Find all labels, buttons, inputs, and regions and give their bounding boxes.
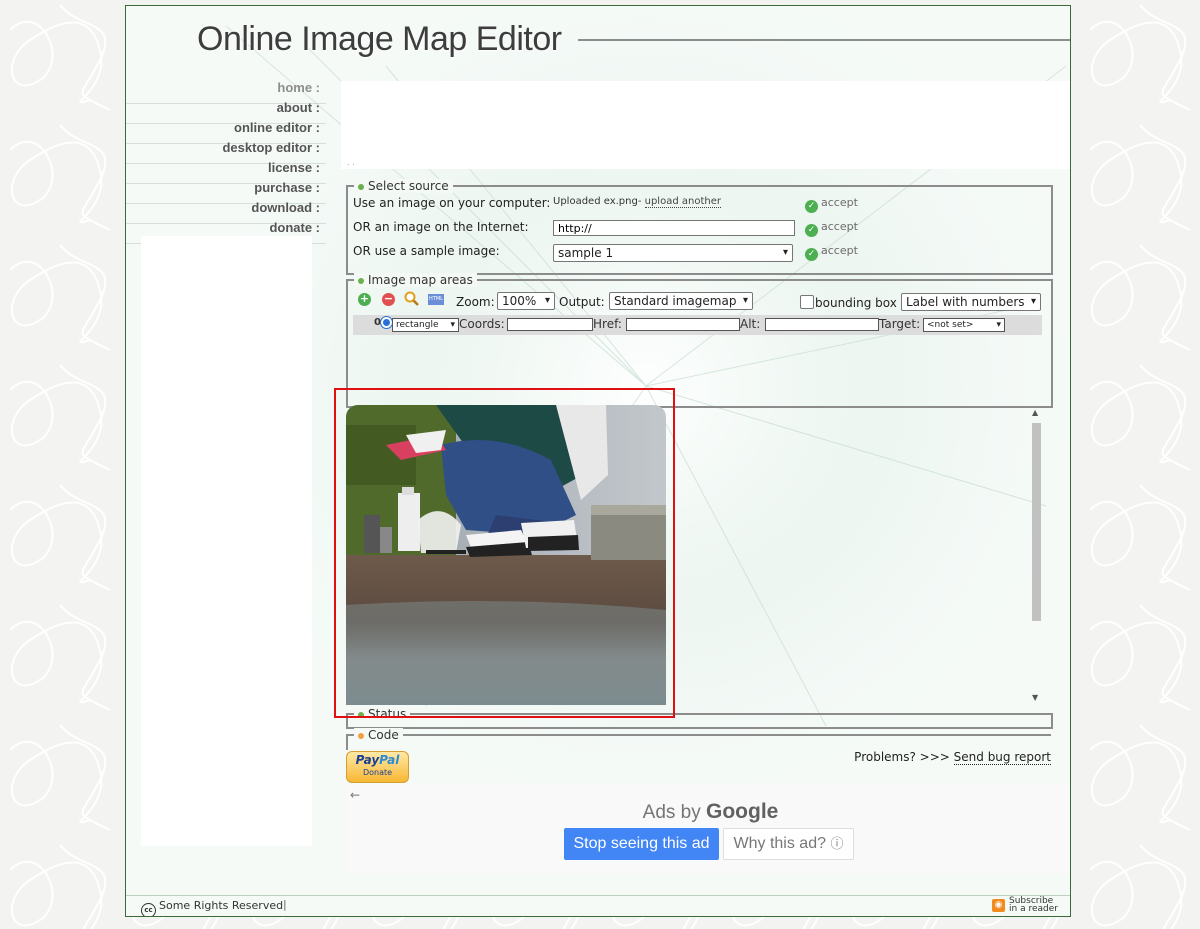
upload-another-link[interactable]: upload another bbox=[644, 196, 721, 208]
footer-rule bbox=[126, 895, 1070, 896]
problems-text: Problems? >>> Send bug report bbox=[854, 750, 1051, 765]
scroll-down-icon[interactable]: ▼ bbox=[1032, 693, 1038, 702]
target-label: Target: bbox=[879, 317, 921, 331]
zoom-label: Zoom: bbox=[456, 295, 495, 309]
sidebar-ad bbox=[141, 236, 312, 846]
output-label: Output: bbox=[559, 295, 605, 309]
accept-internet[interactable]: ✓ accept bbox=[805, 220, 858, 237]
nav-license[interactable]: license : bbox=[126, 158, 320, 178]
stop-seeing-ad-button[interactable]: Stop seeing this ad bbox=[564, 828, 719, 860]
check-icon: ✓ bbox=[805, 200, 818, 213]
shape-select[interactable]: rectangle ▾ bbox=[392, 318, 459, 332]
href-input[interactable] bbox=[626, 318, 740, 331]
bounding-box-checkbox[interactable] bbox=[800, 295, 814, 309]
area-row: 0 rectangle ▾ Coords: Href: Alt: Target: … bbox=[353, 315, 1042, 335]
sample-select[interactable]: sample 1 ▾ bbox=[553, 244, 793, 262]
accept-sample[interactable]: ✓ accept bbox=[805, 244, 858, 261]
href-label: Href: bbox=[593, 317, 622, 331]
scrollbar-thumb[interactable] bbox=[1032, 423, 1041, 621]
accept-computer[interactable]: ✓ accept bbox=[805, 196, 858, 213]
select-source-panel: Select source Use an image on your compu… bbox=[346, 179, 1053, 275]
rss-icon: ◉ bbox=[992, 899, 1005, 912]
selection-highlight bbox=[334, 388, 675, 718]
chevron-down-icon: ▾ bbox=[1030, 296, 1036, 307]
scroll-up-icon[interactable]: ▲ bbox=[1032, 408, 1038, 417]
bottom-ad: ← Ads by Google Stop seeing this ad Why … bbox=[346, 784, 1070, 874]
creative-commons-notice[interactable]: cc Some Rights Reserved bbox=[141, 899, 283, 916]
bounding-box-label: bounding box bbox=[815, 296, 897, 310]
nav-desktop-editor[interactable]: desktop editor : bbox=[126, 138, 320, 158]
code-legend: Code bbox=[354, 728, 403, 742]
nav-online-editor[interactable]: online editor : bbox=[126, 118, 320, 138]
paypal-donate-button[interactable]: PayPal Donate bbox=[346, 751, 409, 783]
internet-source-label: OR an image on the Internet: bbox=[353, 220, 529, 234]
sidebar-nav: home : about : online editor : desktop e… bbox=[126, 78, 320, 238]
nav-donate[interactable]: donate : bbox=[126, 218, 320, 238]
top-ad: . . bbox=[341, 81, 1070, 169]
info-icon: ⓘ bbox=[830, 836, 844, 851]
chevron-down-icon: ▾ bbox=[742, 295, 748, 306]
ad-dots: . . bbox=[347, 158, 355, 167]
title-rule bbox=[578, 39, 1070, 41]
ads-by-google: Ads by Google bbox=[642, 800, 779, 823]
html-code-icon[interactable]: HTML bbox=[428, 294, 444, 305]
internet-url-input[interactable] bbox=[553, 220, 795, 236]
page-title: Online Image Map Editor bbox=[197, 20, 562, 58]
coords-label: Coords: bbox=[459, 317, 505, 331]
zoom-icon[interactable] bbox=[404, 291, 420, 307]
remove-area-icon[interactable]: − bbox=[382, 293, 395, 306]
nav-purchase[interactable]: purchase : bbox=[126, 178, 320, 198]
target-select[interactable]: <not set> ▾ bbox=[923, 318, 1005, 332]
nav-home[interactable]: home : bbox=[126, 78, 320, 98]
nav-download[interactable]: download : bbox=[126, 198, 320, 218]
alt-label: Alt: bbox=[740, 317, 761, 331]
check-icon: ✓ bbox=[805, 248, 818, 261]
sample-source-label: OR use a sample image: bbox=[353, 244, 500, 258]
alt-input[interactable] bbox=[765, 318, 879, 331]
code-panel: Code bbox=[346, 728, 1051, 750]
chevron-down-icon: ▾ bbox=[544, 295, 550, 306]
label-mode-select[interactable]: Label with numbers ▾ bbox=[901, 293, 1041, 311]
add-area-icon[interactable]: + bbox=[358, 293, 371, 306]
chevron-down-icon: ▾ bbox=[782, 247, 788, 258]
why-this-ad-button[interactable]: Why this ad? ⓘ bbox=[723, 828, 854, 860]
output-select[interactable]: Standard imagemap ▾ bbox=[609, 292, 753, 310]
cc-icon: cc bbox=[141, 903, 156, 916]
vertical-scrollbar[interactable]: ▲ ▼ bbox=[1028, 405, 1044, 705]
select-source-legend: Select source bbox=[354, 179, 453, 193]
footer-separator: | bbox=[283, 898, 287, 911]
nav-about[interactable]: about : bbox=[126, 98, 320, 118]
send-bug-report-link[interactable]: Send bug report bbox=[953, 750, 1051, 765]
computer-source-label: Use an image on your computer: bbox=[353, 196, 551, 210]
image-map-areas-legend: Image map areas bbox=[354, 273, 477, 287]
coords-input[interactable] bbox=[507, 318, 593, 331]
check-icon: ✓ bbox=[805, 224, 818, 237]
zoom-select[interactable]: 100% ▾ bbox=[497, 292, 555, 310]
uploaded-info: Uploaded ex.png- upload another bbox=[553, 196, 721, 208]
